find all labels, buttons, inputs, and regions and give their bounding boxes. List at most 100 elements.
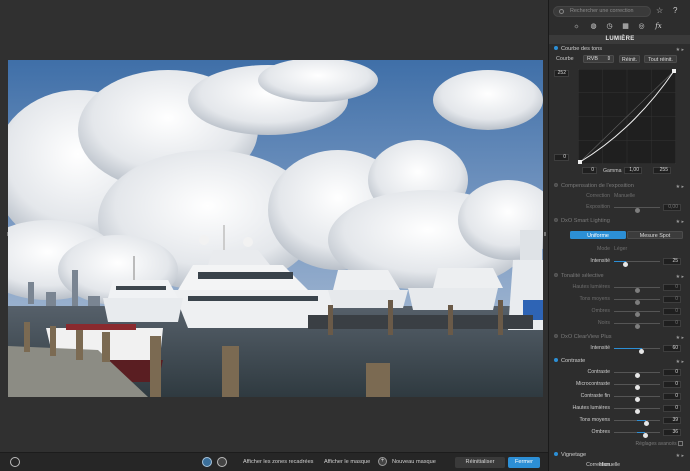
exposure-value[interactable]: 0,00 — [663, 203, 681, 211]
shadows-value[interactable]: 0 — [663, 307, 681, 315]
gamma-field[interactable]: 1,00 — [624, 167, 642, 174]
input-low-field[interactable]: 0 — [582, 167, 597, 174]
shadows-slider-knob[interactable] — [634, 312, 640, 317]
contrast-row-value[interactable]: 39 — [663, 416, 681, 424]
contrast-row-slider-knob[interactable] — [634, 409, 640, 414]
contrast-title: Contraste — [561, 358, 586, 364]
contrast-row-value[interactable]: 0 — [663, 392, 681, 400]
new-mask-icon[interactable]: + — [378, 457, 387, 466]
mode-value[interactable]: Léger — [614, 245, 627, 253]
selective-tone-header[interactable]: Tonalité sélective ★ ▸ — [552, 272, 686, 280]
intensity-slider[interactable] — [614, 260, 660, 267]
blacks-slider-knob[interactable] — [634, 324, 640, 329]
contrast-row-slider-knob[interactable] — [634, 397, 640, 402]
intensity-slider-knob[interactable] — [623, 262, 628, 267]
color-palette-icon[interactable]: ◍ — [589, 22, 598, 31]
star-icon[interactable]: ☆ — [656, 7, 663, 15]
enabled-dot-icon[interactable] — [554, 358, 558, 362]
midtones-slider[interactable] — [614, 298, 660, 305]
tone-curve-graph[interactable] — [578, 69, 676, 164]
highlights-slider[interactable] — [614, 286, 660, 293]
section-tools-icon[interactable]: ★ ▸ — [676, 218, 684, 226]
curve-output-high[interactable]: 252 — [554, 70, 569, 77]
clearview-header[interactable]: DxO ClearView Plus ★ ▸ — [552, 333, 686, 341]
exposure-slider[interactable] — [614, 206, 660, 213]
checkbox-icon[interactable] — [678, 441, 683, 446]
section-tools-icon[interactable]: ★ ▸ — [676, 183, 684, 191]
disabled-dot-icon[interactable] — [554, 334, 558, 338]
midtones-slider-knob[interactable] — [634, 300, 640, 305]
intensity-value[interactable]: 25 — [663, 257, 681, 265]
clearview-intensity-value[interactable]: 60 — [663, 344, 681, 352]
search-field[interactable]: Rechercher une correction — [553, 6, 651, 17]
section-tools-icon[interactable]: ★ ▸ — [676, 46, 684, 54]
texture-icon[interactable]: ▦ — [621, 22, 630, 31]
enabled-dot-icon[interactable] — [554, 46, 558, 50]
clearview-slider-fill — [614, 347, 642, 349]
advanced-settings-link[interactable]: Réglages avancés — [635, 441, 683, 447]
curve-output-low[interactable]: 0 — [554, 154, 569, 161]
curve-reset-all-button[interactable]: Tout réinit. — [644, 55, 677, 63]
input-high-field[interactable]: 255 — [653, 167, 671, 174]
contrast-row-slider-knob[interactable] — [634, 373, 640, 378]
correction-value[interactable]: Manuelle — [614, 192, 635, 200]
new-mask-label[interactable]: Nouveau masque — [392, 457, 436, 468]
contrast-row-value[interactable]: 0 — [663, 380, 681, 388]
clock-icon[interactable]: ◷ — [605, 22, 614, 31]
shadows-slider[interactable] — [614, 310, 660, 317]
contrast-row-slider[interactable] — [614, 407, 660, 414]
contrast-row-slider[interactable] — [614, 383, 660, 390]
vignetting-correction-value[interactable]: Manuelle — [599, 461, 620, 469]
contrast-header[interactable]: Contraste ★ ▸ — [552, 357, 686, 365]
contrast-row-value[interactable]: 0 — [663, 368, 681, 376]
disabled-dot-icon[interactable] — [554, 218, 558, 222]
photo-preview[interactable] — [8, 60, 543, 397]
spot-mode-button[interactable]: Mesure Spot — [627, 231, 683, 239]
section-tools-icon[interactable]: ★ ▸ — [676, 334, 684, 342]
contrast-row-value[interactable]: 0 — [663, 404, 681, 412]
lens-icon[interactable]: ◎ — [637, 22, 646, 31]
section-tools-icon[interactable]: ★ ▸ — [676, 273, 684, 281]
highlights-slider-knob[interactable] — [634, 288, 640, 293]
uniform-mode-button[interactable]: Uniforme — [570, 231, 626, 239]
exposure-slider-knob[interactable] — [634, 208, 640, 213]
clearview-slider-knob[interactable] — [639, 349, 645, 354]
enabled-dot-icon[interactable] — [554, 452, 558, 456]
curve-reset-button[interactable]: Réinit. — [619, 55, 640, 63]
smart-lighting-header[interactable]: DxO Smart Lighting ★ ▸ — [552, 217, 686, 225]
blacks-slider[interactable] — [614, 322, 660, 329]
contrast-row-slider-knob[interactable] — [634, 385, 640, 390]
midtones-value[interactable]: 0 — [663, 295, 681, 303]
clearview-title: DxO ClearView Plus — [561, 334, 612, 340]
exposure-header[interactable]: Compensation de l'exposition ★ ▸ — [552, 182, 686, 190]
reset-button[interactable]: Réinitialiser — [455, 457, 505, 468]
vignetting-header[interactable]: Vignetage ★ ▸ — [552, 451, 686, 459]
contrast-row-slider[interactable] — [614, 371, 660, 378]
contrast-row-slider[interactable] — [614, 395, 660, 402]
disabled-dot-icon[interactable] — [554, 183, 558, 187]
channel-select[interactable]: RVB ⇕ — [583, 55, 614, 63]
section-tools-icon[interactable]: ★ ▸ — [676, 452, 684, 460]
section-tools-icon[interactable]: ★ ▸ — [676, 358, 684, 366]
crop-zones-icon[interactable] — [217, 457, 227, 467]
right-panel-handle[interactable] — [544, 232, 546, 236]
compare-icon[interactable] — [202, 457, 212, 467]
contrast-row-slider-knob[interactable] — [642, 433, 648, 438]
blacks-value[interactable]: 0 — [663, 319, 681, 327]
contrast-row-slider-knob[interactable] — [643, 421, 649, 426]
show-mask-label[interactable]: Afficher le masque — [324, 457, 370, 468]
sun-icon[interactable]: ☼ — [572, 22, 581, 31]
disabled-dot-icon[interactable] — [554, 273, 558, 277]
contrast-row-value[interactable]: 36 — [663, 428, 681, 436]
fx-icon[interactable]: fx — [654, 22, 663, 31]
help-icon[interactable]: ? — [673, 7, 677, 15]
settings-icon[interactable] — [10, 457, 20, 467]
show-crop-zones-label[interactable]: Afficher les zones recadrées — [243, 457, 313, 468]
tone-curve-header[interactable]: Courbe des tons ★ ▸ — [552, 45, 686, 53]
highlights-value[interactable]: 0 — [663, 283, 681, 291]
contrast-row-slider[interactable] — [614, 419, 660, 426]
close-button[interactable]: Fermer — [508, 457, 540, 468]
exposure-label: Exposition — [586, 204, 610, 210]
contrast-row-slider[interactable] — [614, 431, 660, 438]
clearview-intensity-slider[interactable] — [614, 347, 660, 354]
